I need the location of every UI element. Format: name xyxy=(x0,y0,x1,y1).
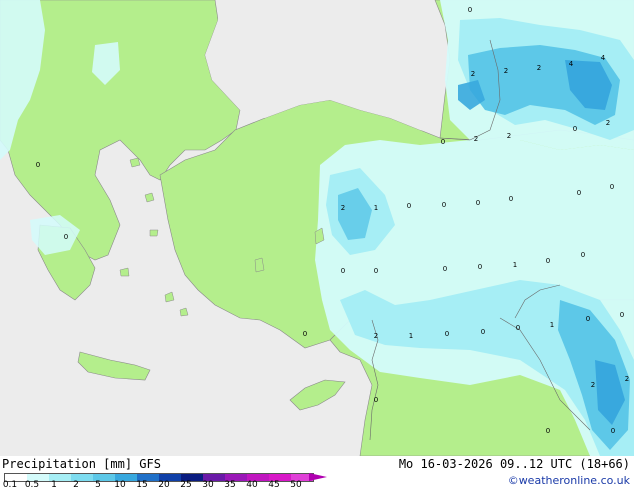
scale-tick-label: 1 xyxy=(51,480,57,490)
value-label: 2 xyxy=(625,375,629,383)
value-label: 0 xyxy=(586,315,590,323)
value-label: 0 xyxy=(573,125,577,133)
credit-link[interactable]: ©weatheronline.co.uk xyxy=(508,474,630,487)
precipitation-map: 0 2 2 2 4 4 2 2 0 2 0 0 0 0 2 1 0 0 0 0 … xyxy=(0,0,634,456)
value-label: 2 xyxy=(374,332,378,340)
scale-tick-label: 35 xyxy=(224,480,236,490)
value-label: 0 xyxy=(546,427,550,435)
value-label: 0 xyxy=(303,330,307,338)
value-label: 0 xyxy=(442,201,446,209)
value-label: 2 xyxy=(606,119,610,127)
value-label: 0 xyxy=(341,267,345,275)
value-label: 0 xyxy=(620,311,624,319)
value-label: 1 xyxy=(513,261,517,269)
value-label: 0 xyxy=(468,6,472,14)
value-label: 0 xyxy=(611,427,615,435)
scale-tick-label: 2 xyxy=(73,480,79,490)
value-label: 0 xyxy=(478,263,482,271)
scale-tick-label: 30 xyxy=(202,480,214,490)
value-label: 2 xyxy=(504,67,508,75)
value-label: 2 xyxy=(507,132,511,140)
footer-bar: Precipitation [mm] GFS Mo 16-03-2026 09.… xyxy=(0,456,634,490)
value-label: 0 xyxy=(546,257,550,265)
value-label: 4 xyxy=(601,54,606,62)
scale-tick-label: 50 xyxy=(290,480,302,490)
scale-tick-label: 45 xyxy=(268,480,280,490)
valid-time: Mo 16-03-2026 09..12 UTC (18+66) xyxy=(398,457,630,471)
value-label: 1 xyxy=(409,332,413,340)
scale-tick-label: 20 xyxy=(158,480,170,490)
map-title: Precipitation [mm] GFS xyxy=(2,457,161,471)
value-label: 0 xyxy=(374,396,378,404)
scale-tick-label: 5 xyxy=(95,480,101,490)
value-label: 0 xyxy=(509,195,513,203)
value-label: 0 xyxy=(64,233,68,241)
value-label: 0 xyxy=(516,324,520,332)
value-label: 0 xyxy=(577,189,581,197)
value-label: 4 xyxy=(569,60,574,68)
value-label: 2 xyxy=(471,70,475,78)
value-label: 0 xyxy=(476,199,480,207)
scale-tick-label: 15 xyxy=(136,480,148,490)
value-label: 2 xyxy=(341,204,345,212)
value-label: 2 xyxy=(537,64,541,72)
value-label: 0 xyxy=(407,202,411,210)
value-label: 1 xyxy=(374,204,378,212)
scale-tick-label: 25 xyxy=(180,480,192,490)
value-label: 1 xyxy=(550,321,554,329)
scale-tick-label: 0.5 xyxy=(24,480,40,490)
value-label: 0 xyxy=(581,251,585,259)
value-label: 0 xyxy=(443,265,447,273)
color-scale-labels: 0.1 0.5 1 2 5 10 15 20 25 30 35 40 45 50 xyxy=(0,480,330,490)
value-label: 2 xyxy=(591,381,595,389)
value-label: 0 xyxy=(374,267,378,275)
value-label: 2 xyxy=(474,135,478,143)
scale-tick-label: 40 xyxy=(246,480,258,490)
scale-tick-label: 10 xyxy=(114,480,126,490)
value-label: 0 xyxy=(445,330,449,338)
scale-tick-label: 0.1 xyxy=(2,480,18,490)
value-label: 0 xyxy=(441,138,445,146)
value-label: 0 xyxy=(610,183,614,191)
value-label: 0 xyxy=(481,328,485,336)
value-label: 0 xyxy=(36,161,40,169)
